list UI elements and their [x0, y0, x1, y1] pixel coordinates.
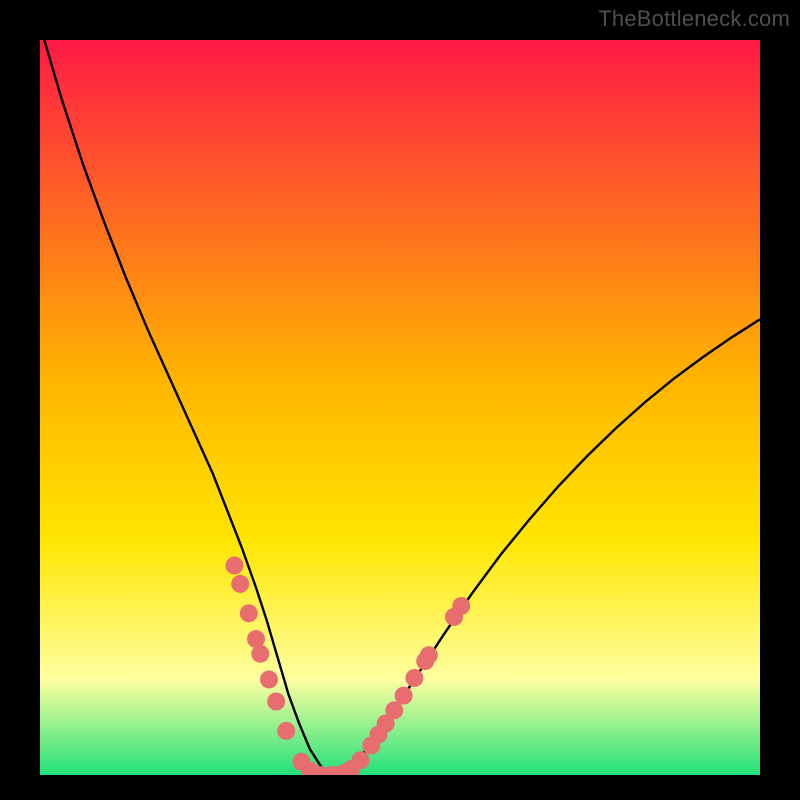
- data-marker: [267, 693, 285, 711]
- data-marker: [420, 646, 438, 664]
- data-marker: [277, 722, 295, 740]
- data-marker: [405, 669, 423, 687]
- data-marker: [395, 687, 413, 705]
- data-marker: [240, 604, 258, 622]
- gradient-background: [40, 40, 760, 775]
- plot-area: [40, 40, 760, 775]
- watermark-text: TheBottleneck.com: [598, 6, 790, 32]
- data-marker: [260, 670, 278, 688]
- data-marker: [351, 751, 369, 769]
- plot-svg: [40, 40, 760, 775]
- data-marker: [225, 557, 243, 575]
- data-marker: [231, 575, 249, 593]
- data-marker: [251, 645, 269, 663]
- data-marker: [452, 597, 470, 615]
- chart-root: TheBottleneck.com: [0, 0, 800, 800]
